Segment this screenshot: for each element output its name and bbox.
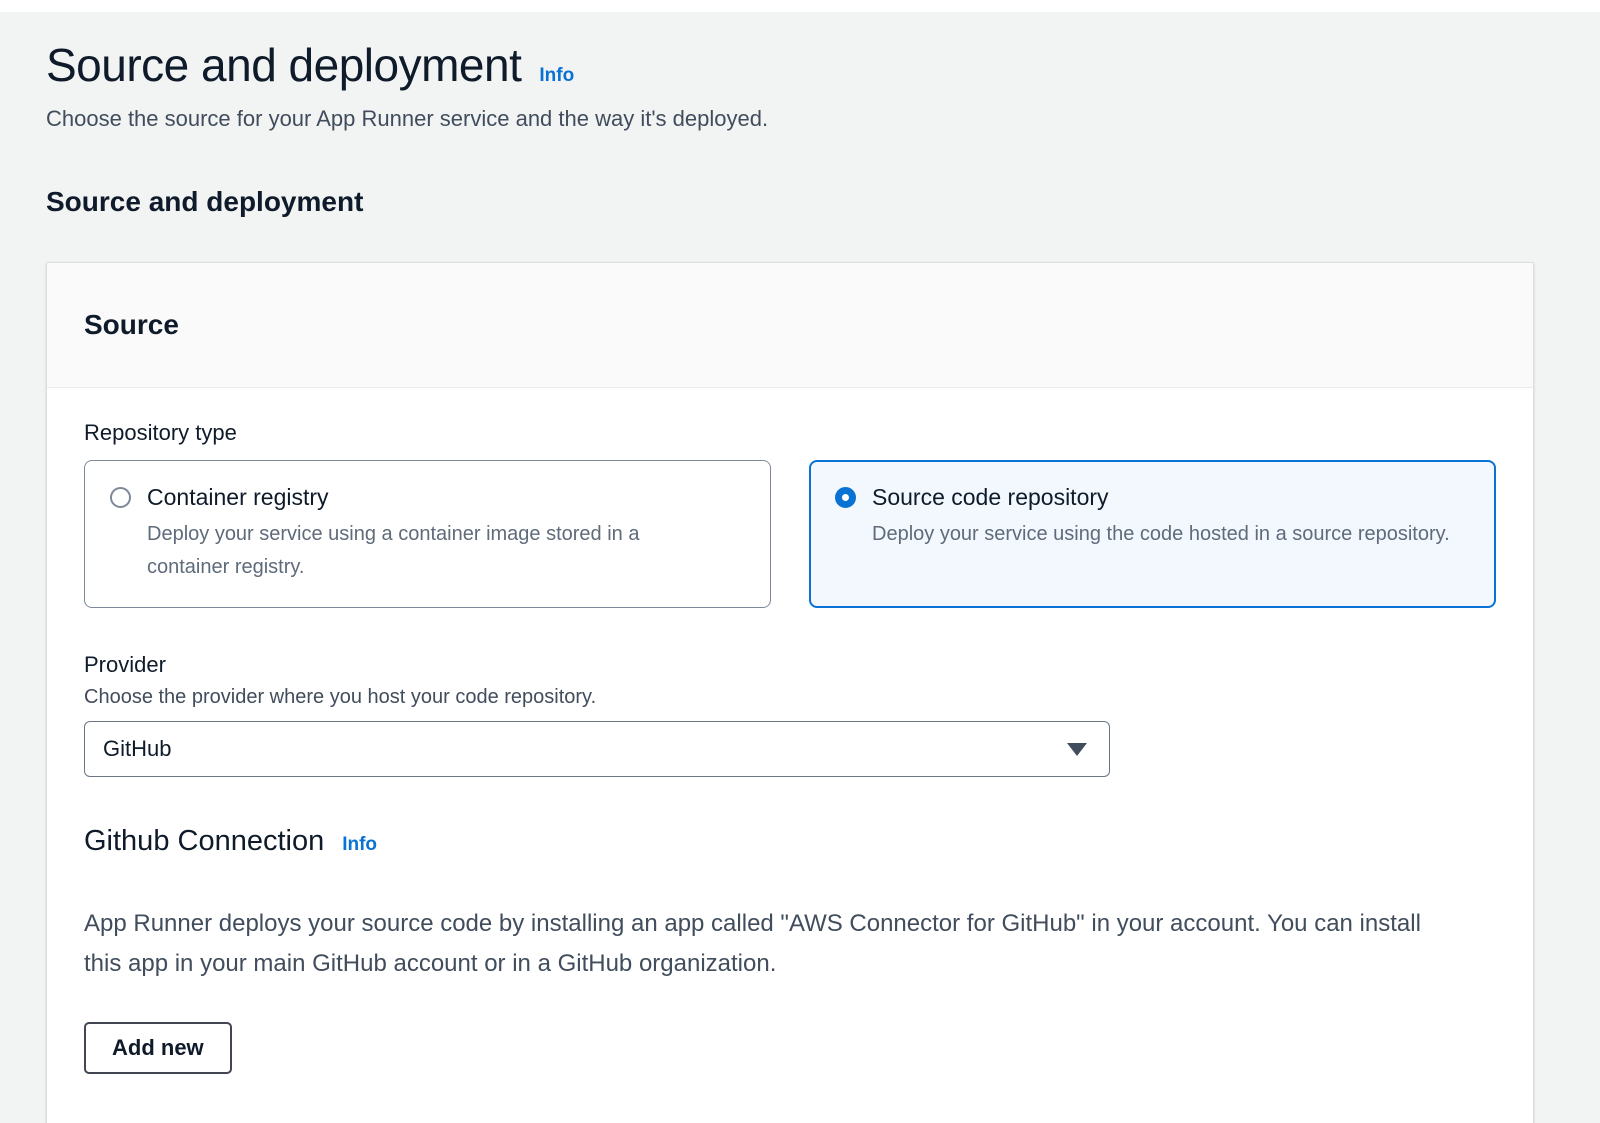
caret-down-icon [1067, 743, 1087, 756]
provider-description: Choose the provider where you host your … [84, 686, 1496, 709]
source-card: Source Repository type Container registr… [46, 262, 1534, 1123]
github-connection-heading-row: Github Connection Info [84, 825, 1496, 858]
page-title-info-link[interactable]: Info [539, 65, 574, 87]
source-and-deployment-page: Source and deployment Info Choose the so… [0, 12, 1600, 1123]
tile-container-registry[interactable]: Container registry Deploy your service u… [84, 460, 771, 608]
provider-block: Provider Choose the provider where you h… [84, 652, 1496, 777]
github-connection-heading: Github Connection [84, 825, 324, 858]
provider-select[interactable]: GitHub [84, 721, 1110, 777]
page-title-row: Source and deployment Info [46, 38, 1534, 92]
source-card-title: Source [84, 309, 1496, 341]
add-new-button[interactable]: Add new [84, 1022, 232, 1074]
page-subtitle: Choose the source for your App Runner se… [46, 106, 1534, 132]
github-connection-description: App Runner deploys your source code by i… [84, 904, 1464, 984]
repository-type-tiles: Container registry Deploy your service u… [84, 460, 1496, 608]
repository-type-label: Repository type [84, 420, 1496, 446]
source-card-body: Repository type Container registry Deplo… [47, 388, 1533, 1123]
tile-description: Deploy your service using a container im… [147, 518, 727, 584]
tile-title: Source code repository [872, 484, 1450, 511]
github-connection-info-link[interactable]: Info [342, 834, 377, 856]
tile-text: Container registry Deploy your service u… [147, 484, 727, 584]
top-strip [0, 0, 1600, 12]
tile-description: Deploy your service using the code hoste… [872, 518, 1450, 551]
provider-label: Provider [84, 652, 1496, 678]
page-title: Source and deployment [46, 38, 521, 92]
radio-button-source-code-repository[interactable] [835, 487, 856, 508]
radio-button-container-registry[interactable] [110, 487, 131, 508]
section-heading: Source and deployment [46, 186, 1534, 218]
tile-source-code-repository[interactable]: Source code repository Deploy your servi… [809, 460, 1496, 608]
source-card-header: Source [47, 263, 1533, 388]
tile-text: Source code repository Deploy your servi… [872, 484, 1450, 551]
tile-title: Container registry [147, 484, 727, 511]
provider-selected-value: GitHub [103, 736, 171, 762]
